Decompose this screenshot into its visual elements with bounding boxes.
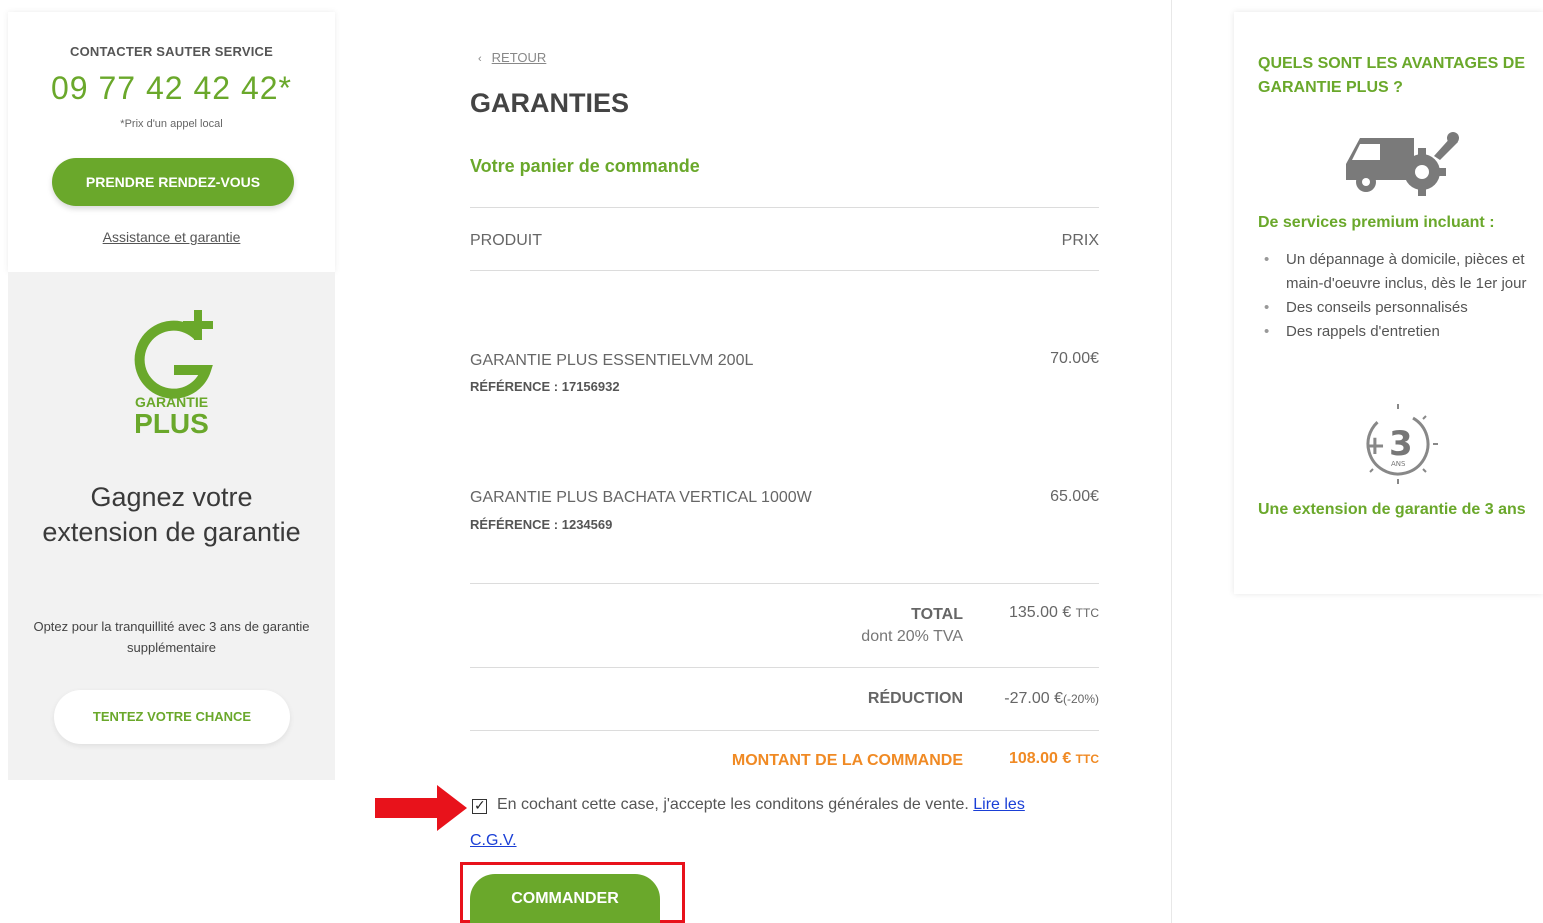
divider xyxy=(470,730,1099,731)
three-years-badge-icon: + 3 ANS xyxy=(1364,404,1438,484)
total-vat-note: dont 20% TVA xyxy=(861,628,963,645)
divider xyxy=(470,270,1099,271)
promo-panel: GARANTIE PLUS Gagnez votre extension de … xyxy=(8,272,335,780)
cgv-link[interactable]: Lire les xyxy=(973,796,1025,813)
column-header-prix: PRIX xyxy=(1061,232,1099,249)
truck-service-icon xyxy=(1346,132,1459,196)
advantages-card: QUELS SONT LES AVANTAGES DE GARANTIE PLU… xyxy=(1234,12,1543,594)
checkmark-icon: ✓ xyxy=(474,797,486,813)
order-amount-label: MONTANT DE LA COMMANDE xyxy=(731,752,963,769)
tentez-votre-chance-button[interactable]: TENTEZ VOTRE CHANCE xyxy=(54,690,290,744)
item-name: GARANTIE PLUS ESSENTIELVM 200L xyxy=(470,352,754,369)
total-label: TOTAL xyxy=(911,606,963,623)
list-item: Des conseils personnalisés xyxy=(1264,296,1534,320)
order-amount-suffix: TTC xyxy=(1075,752,1099,766)
reduction-label: RÉDUCTION xyxy=(867,690,963,707)
phone-note: *Prix d'un appel local xyxy=(120,118,223,130)
badge-plus: + xyxy=(1364,431,1386,461)
item-reference: RÉFÉRENCE : 17156932 xyxy=(470,379,620,394)
item-price: 65.00€ xyxy=(1050,488,1099,505)
cgv-statement: En cochant cette case, j'accepte les con… xyxy=(497,796,1025,814)
commander-button[interactable]: COMMANDER xyxy=(470,874,660,923)
divider xyxy=(470,207,1099,208)
item-reference: RÉFÉRENCE : 1234569 xyxy=(470,517,613,532)
red-arrow-icon xyxy=(375,785,467,831)
back-link[interactable]: ‹ RETOUR xyxy=(478,50,546,65)
reduction-amount: -27.00 € xyxy=(1004,690,1063,707)
badge-unit: ANS xyxy=(1391,460,1406,468)
basket-title: Votre panier de commande xyxy=(470,156,700,176)
services-list: Un dépannage à domicile, pièces et main-… xyxy=(1264,248,1534,344)
list-item: Un dépannage à domicile, pièces et main-… xyxy=(1264,248,1534,296)
phone-number[interactable]: 09 77 42 42 42* xyxy=(8,70,335,107)
promo-description: Optez pour la tranquillité avec 3 ans de… xyxy=(33,619,310,655)
cgv-link-continued[interactable]: C.G.V. xyxy=(470,832,517,850)
promo-title: Gagnez votre extension de garantie xyxy=(42,482,301,547)
page-title: GARANTIES xyxy=(470,88,630,118)
item-name: GARANTIE PLUS BACHATA VERTICAL 1000W xyxy=(470,489,812,506)
back-link-label: RETOUR xyxy=(491,50,547,65)
chevron-left-icon: ‹ xyxy=(478,53,482,65)
order-amount-value: 108.00 € TTC xyxy=(1009,750,1099,768)
reduction-suffix: (-20%) xyxy=(1062,692,1099,706)
cgv-text: En cochant cette case, j'accepte les con… xyxy=(497,796,969,813)
contact-card: CONTACTER SAUTER SERVICE 09 77 42 42 42*… xyxy=(8,12,335,272)
total-suffix: TTC xyxy=(1075,606,1099,620)
total-amount: 135.00 € xyxy=(1008,604,1072,621)
column-header-produit: PRODUIT xyxy=(470,232,542,249)
badge-number: 3 xyxy=(1389,424,1413,464)
divider xyxy=(470,667,1099,668)
prendre-rendez-vous-button[interactable]: PRENDRE RENDEZ-VOUS xyxy=(52,158,294,206)
divider xyxy=(470,583,1099,584)
reduction-value: -27.00 €(-20%) xyxy=(1004,690,1099,708)
advantages-title: QUELS SONT LES AVANTAGES DE GARANTIE PLU… xyxy=(1258,55,1525,96)
assistance-link[interactable]: Assistance et garantie xyxy=(8,229,335,245)
main-panel xyxy=(350,0,1172,923)
extension-text: Une extension de garantie de 3 ans xyxy=(1258,501,1526,518)
logo-text-plus: PLUS xyxy=(134,408,209,439)
list-item: Des rappels d'entretien xyxy=(1264,320,1534,344)
services-title: De services premium incluant : xyxy=(1258,214,1495,231)
contact-label: CONTACTER SAUTER SERVICE xyxy=(70,44,273,59)
total-value: 135.00 € TTC xyxy=(1009,604,1099,622)
item-price: 70.00€ xyxy=(1050,350,1099,367)
cgv-checkbox[interactable]: ✓ xyxy=(472,797,487,814)
order-amount: 108.00 € xyxy=(1008,750,1072,767)
